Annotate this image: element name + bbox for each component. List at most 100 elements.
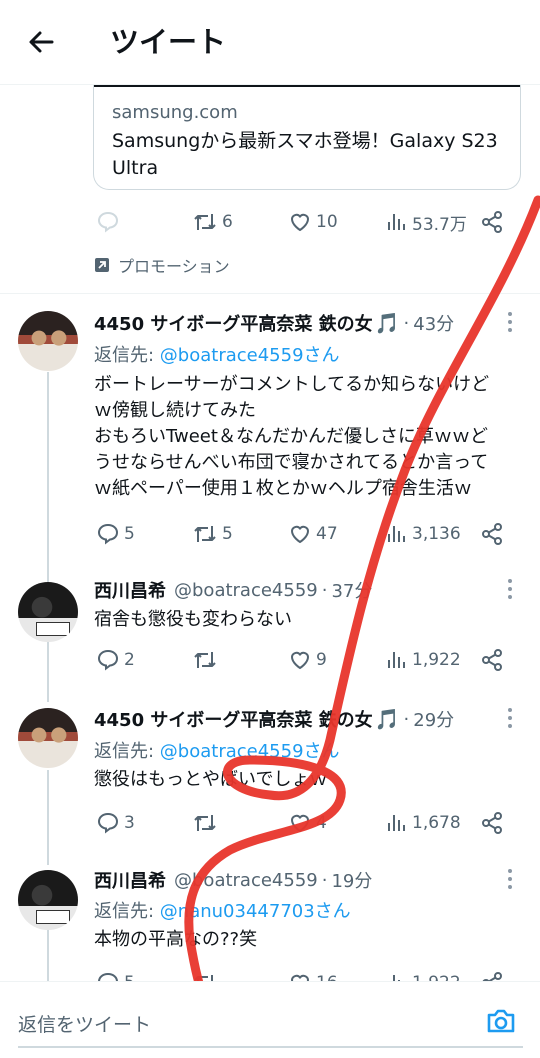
more-options-icon[interactable] [506,310,514,334]
timestamp[interactable]: 29分 [413,706,454,732]
input-underline [18,1046,523,1048]
reply-input[interactable]: 返信をツイート [18,1010,151,1037]
card-domain: samsung.com [112,102,238,123]
music-note-emoji: 🎵 [374,311,400,335]
post-header: 4450 サイボーグ平高奈菜 鉄の女 🎵 · 43分 [94,310,455,336]
post-header: 4450 サイボーグ平高奈菜 鉄の女 🎵 · 29分 [94,706,455,732]
reply-to-link[interactable]: @boatrace4559さん [160,345,340,366]
handle[interactable]: @boatrace4559 [174,870,318,891]
thread-line [47,642,49,702]
reply-icon [97,649,119,671]
display-name[interactable]: 西川昌希 [94,867,166,893]
top-bar: ツイート [0,0,540,85]
reply-button[interactable]: 3 [96,808,135,838]
divider [0,293,540,294]
like-button[interactable]: 4 [288,808,327,838]
retweet-button[interactable] [192,808,218,838]
like-count: 9 [316,650,327,670]
reply-count: 2 [124,650,135,670]
retweet-icon [194,214,216,230]
action-bar: 5 5 47 3,136 [96,519,516,549]
reply-button[interactable] [96,207,120,237]
avatar[interactable] [18,311,78,371]
camera-icon[interactable] [484,1004,518,1038]
heart-icon [290,651,310,670]
retweet-button[interactable] [192,645,218,675]
card-title: Samsungから最新スマホ登場！Galaxy S23 Ultra [112,130,498,179]
like-count: 47 [316,524,338,544]
avatar[interactable] [18,582,78,642]
reply-icon [97,523,119,545]
reply-compose-bar: 返信をツイート [0,981,540,1058]
retweet-count: 6 [222,212,233,232]
music-note-emoji: 🎵 [374,707,400,731]
post-header: 西川昌希 @boatrace4559 · 19分 [94,866,372,894]
views-count: 53.7万 [412,214,467,235]
display-name[interactable]: 西川昌希 [94,577,166,603]
retweet-count: 5 [222,524,233,544]
retweet-icon [194,815,216,831]
more-options-icon[interactable] [506,706,514,730]
promoted-icon [95,258,109,272]
reply-to-line: 返信先: @boatrace4559さん [94,345,340,366]
timestamp[interactable]: 43分 [413,310,454,336]
timestamp[interactable]: 37分 [331,577,372,603]
heart-icon [290,525,310,544]
like-count: 10 [316,212,338,232]
page-title: ツイート [110,25,227,59]
post-header: 西川昌希 @boatrace4559 · 37分 [94,576,372,604]
reply-count: 3 [124,813,135,833]
avatar[interactable] [18,870,78,930]
reply-button[interactable]: 2 [96,645,135,675]
views-button[interactable]: 53.7万 [386,207,467,237]
share-button[interactable] [480,808,504,838]
reply-to-link[interactable]: @boatrace4559さん [160,741,340,762]
share-icon [482,812,502,834]
thread-line [47,770,49,865]
reply-count: 5 [124,524,135,544]
share-button[interactable] [480,645,504,675]
views-count: 3,136 [412,524,461,544]
like-button[interactable]: 9 [288,645,327,675]
like-button[interactable]: 47 [288,519,338,549]
promoted-label: プロモーション [94,254,230,276]
retweet-button[interactable]: 6 [192,207,233,237]
more-options-icon[interactable] [506,577,514,601]
tweet-text: ボートレーサーがコメントしてるか知らないけど ｗ傍観し続けてみた おもろいTwe… [94,374,490,499]
views-count: 1,678 [412,813,461,833]
tweet-text: 本物の平高なの??笑 [94,929,258,950]
promoted-text: プロモーション [118,257,230,276]
share-button[interactable] [480,207,504,237]
promo-action-bar: 6 10 53.7万 [96,207,516,237]
like-button[interactable]: 10 [288,207,338,237]
timestamp[interactable]: 19分 [331,867,372,893]
tweet-text: 懲役はもっとやばいでしょｗ [94,769,328,790]
action-bar: 2 9 1,922 [96,645,516,675]
handle[interactable]: @boatrace4559 [174,580,318,601]
link-preview-card[interactable]: samsung.com Samsungから最新スマホ登場！Galaxy S23 … [93,84,521,190]
display-name[interactable]: 4450 サイボーグ平高奈菜 鉄の女 [94,706,373,732]
reply-icon [97,211,119,233]
views-icon [388,815,405,831]
views-button[interactable]: 1,678 [386,808,461,838]
share-button[interactable] [480,519,504,549]
heart-icon [290,814,310,833]
views-button[interactable]: 1,922 [386,645,461,675]
retweet-button[interactable]: 5 [192,519,233,549]
avatar[interactable] [18,708,78,768]
back-arrow-icon[interactable] [26,26,58,58]
retweet-icon [194,652,216,668]
retweet-icon [194,526,216,542]
reply-button[interactable]: 5 [96,519,135,549]
display-name[interactable]: 4450 サイボーグ平高奈菜 鉄の女 [94,310,373,336]
reply-to-line: 返信先: @nanu03447703さん [94,901,351,922]
views-count: 1,922 [412,650,461,670]
heart-icon [290,213,310,232]
views-icon [388,526,405,542]
reply-to-line: 返信先: @boatrace4559さん [94,741,340,762]
views-icon [388,652,405,668]
share-icon [482,649,502,671]
more-options-icon[interactable] [506,867,514,891]
reply-to-link[interactable]: @nanu03447703さん [160,901,351,922]
views-button[interactable]: 3,136 [386,519,461,549]
